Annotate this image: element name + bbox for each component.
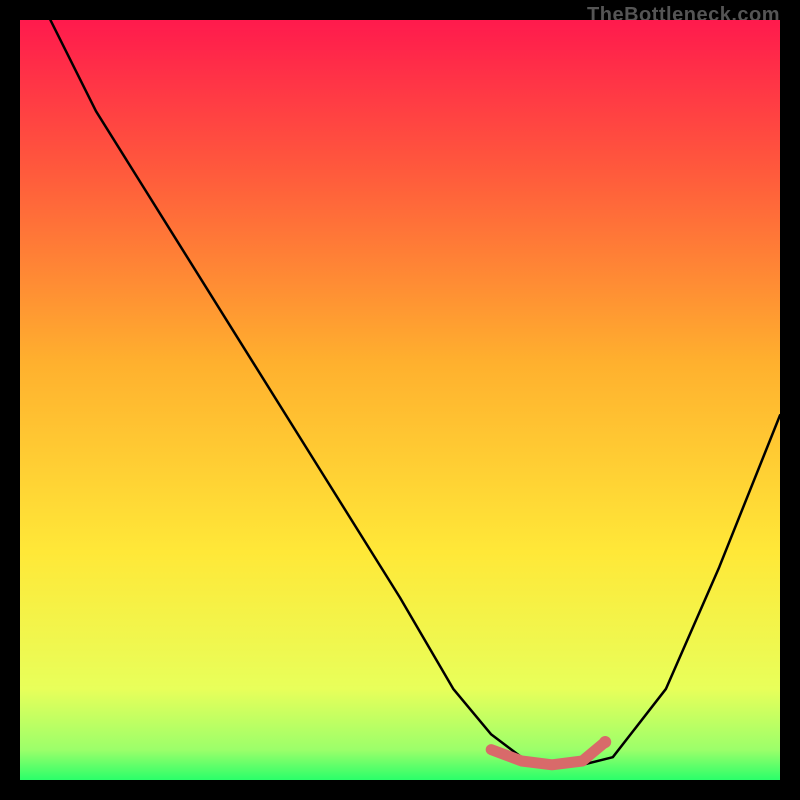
chart-svg [20, 20, 780, 780]
chart-container: TheBottleneck.com [0, 0, 800, 800]
gradient-background [20, 20, 780, 780]
sweet-spot-endpoint [599, 736, 611, 748]
plot-area [20, 20, 780, 780]
